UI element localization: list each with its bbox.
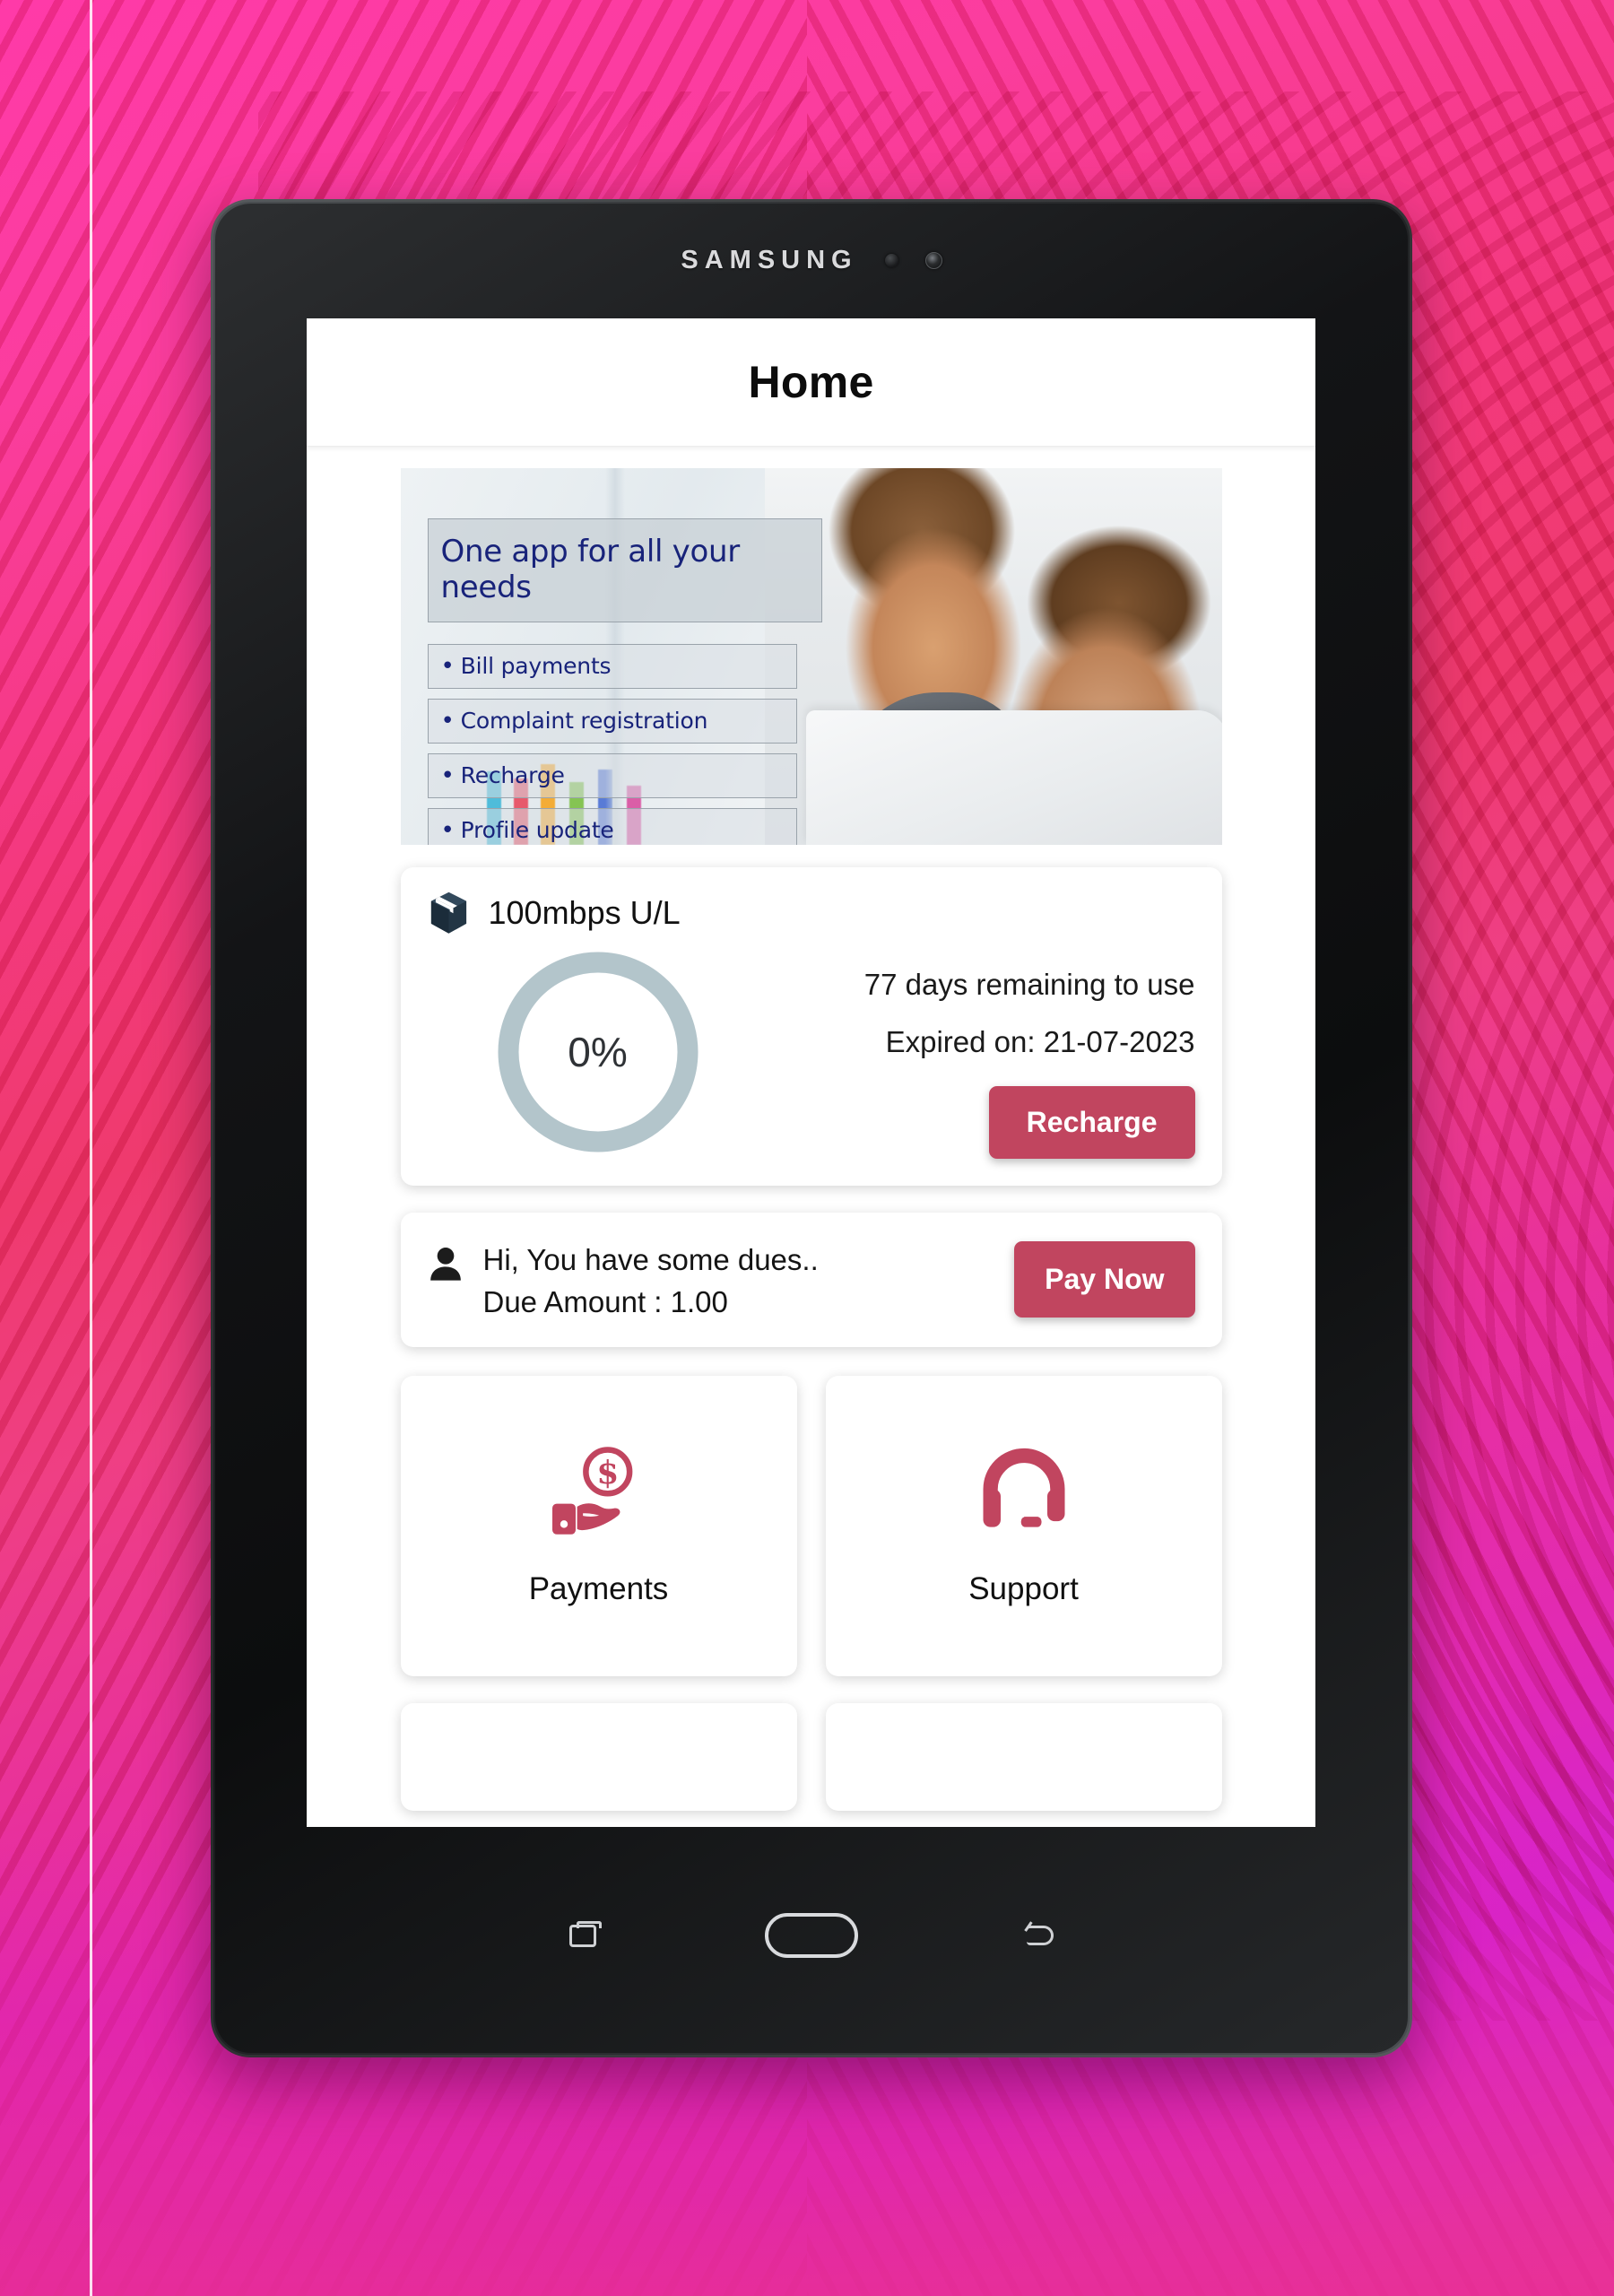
plan-card: 100mbps U/L 0% 77 days remaining to use … xyxy=(400,867,1222,1186)
promo-photo-shirt xyxy=(1033,764,1222,845)
pay-now-button[interactable]: Pay Now xyxy=(1014,1241,1195,1318)
tablet-bezel: SAMSUNG Home One app for all your needs … xyxy=(215,204,1408,2053)
promo-list-item: • Recharge xyxy=(427,753,797,798)
promo-list-item: • Profile update xyxy=(427,808,797,845)
recent-apps-icon[interactable] xyxy=(569,1920,602,1947)
tile-payments-label: Payments xyxy=(528,1571,669,1607)
app-header: Home xyxy=(307,318,1315,447)
dues-card: Hi, You have some dues.. Due Amount : 1.… xyxy=(400,1213,1222,1347)
app-content: One app for all your needs • Bill paymen… xyxy=(307,468,1315,1811)
nav-recent-slot[interactable] xyxy=(469,1920,698,1947)
tile-partial-right[interactable] xyxy=(825,1702,1222,1811)
usage-progress-ring: 0% xyxy=(494,948,702,1156)
tile-support[interactable]: Support xyxy=(825,1375,1222,1676)
promo-list-item-label: Recharge xyxy=(460,762,565,788)
days-remaining-text: 77 days remaining to use xyxy=(863,968,1195,1001)
promo-list-item: • Complaint registration xyxy=(427,699,797,744)
hand-holding-dollar-icon: $ xyxy=(551,1447,632,1535)
plan-info: 77 days remaining to use Expired on: 21-… xyxy=(768,948,1195,1159)
promo-feature-list: • Bill payments • Complaint registration… xyxy=(427,644,797,845)
promo-list-item-label: Complaint registration xyxy=(460,708,708,734)
promo-photo-scarf xyxy=(846,692,1027,845)
android-navigation-bar xyxy=(215,1818,1408,2053)
shortcut-tiles: $ Payments Support xyxy=(400,1375,1222,1676)
dues-text: Hi, You have some dues.. Due Amount : 1.… xyxy=(483,1239,819,1324)
package-icon xyxy=(430,891,466,934)
proximity-sensor-icon xyxy=(884,253,898,267)
promo-content: One app for all your needs • Bill paymen… xyxy=(401,468,831,845)
recharge-button[interactable]: Recharge xyxy=(988,1086,1195,1159)
tablet-device: SAMSUNG Home One app for all your needs … xyxy=(211,199,1412,2057)
dues-message: Hi, You have some dues.. xyxy=(482,1243,819,1276)
promo-banner[interactable]: One app for all your needs • Bill paymen… xyxy=(400,468,1222,845)
nav-home-slot[interactable] xyxy=(698,1913,926,1958)
headset-icon xyxy=(983,1448,1064,1527)
samsung-logo: SAMSUNG xyxy=(681,245,858,274)
person-icon xyxy=(430,1248,461,1281)
plan-name: 100mbps U/L xyxy=(488,894,681,931)
expiry-date-text: Expired on: 21-07-2023 xyxy=(885,1025,1195,1058)
device-screen: Home One app for all your needs • Bill p… xyxy=(307,318,1315,1827)
home-button-icon[interactable] xyxy=(765,1913,858,1958)
page-background: SAMSUNG Home One app for all your needs … xyxy=(0,0,1614,2296)
back-icon[interactable] xyxy=(1027,1926,1054,1945)
usage-percent-label: 0% xyxy=(568,1029,628,1075)
tile-partial-left[interactable] xyxy=(400,1702,797,1811)
nav-back-slot[interactable] xyxy=(926,1926,1155,1945)
plan-card-body: 0% 77 days remaining to use Expired on: … xyxy=(428,948,1195,1159)
background-seam-line xyxy=(90,0,92,2296)
promo-list-item: • Bill payments xyxy=(427,644,797,689)
page-title: Home xyxy=(748,357,874,407)
plan-card-header: 100mbps U/L xyxy=(428,891,1195,935)
dues-message-block: Hi, You have some dues.. Due Amount : 1.… xyxy=(428,1236,819,1324)
promo-headline: One app for all your needs xyxy=(427,518,822,622)
promo-list-item-label: Bill payments xyxy=(460,653,612,679)
tile-payments[interactable]: $ Payments xyxy=(400,1375,797,1676)
tile-support-label: Support xyxy=(968,1571,1079,1607)
device-brand-bar: SAMSUNG xyxy=(215,204,1408,317)
due-amount: Due Amount : 1.00 xyxy=(482,1284,728,1318)
usage-ring-wrapper: 0% xyxy=(428,948,768,1156)
front-camera-icon xyxy=(924,251,942,269)
shortcut-tiles-next-row xyxy=(400,1702,1222,1811)
svg-text:$: $ xyxy=(596,1454,619,1492)
promo-photo xyxy=(764,468,1222,845)
promo-list-item-label: Profile update xyxy=(460,817,614,843)
